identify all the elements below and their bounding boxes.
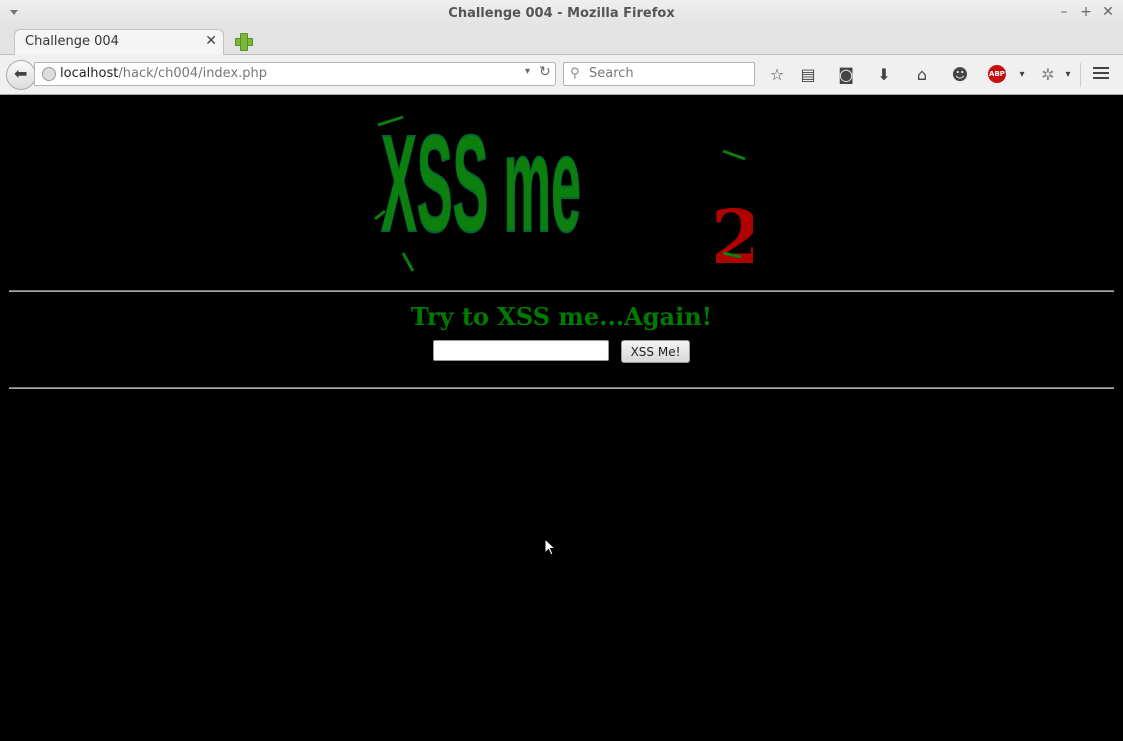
home-icon[interactable]: ⌂ bbox=[912, 65, 932, 85]
menu-icon[interactable] bbox=[1093, 67, 1109, 81]
top-divider bbox=[9, 290, 1114, 292]
xss-input[interactable] bbox=[433, 340, 609, 361]
minimize-button[interactable]: – bbox=[1056, 4, 1072, 20]
browser-window: Challenge 004 - Mozilla Firefox – + ✕ Ch… bbox=[0, 0, 1123, 741]
url-text[interactable]: localhost/hack/ch004/index.php bbox=[60, 66, 267, 81]
reading-list-icon[interactable]: ▤ bbox=[798, 65, 818, 85]
tab-challenge-004[interactable]: Challenge 004 ✕ bbox=[14, 29, 224, 55]
bottom-divider bbox=[9, 387, 1114, 389]
extension-icon[interactable]: ✲ bbox=[1038, 65, 1058, 85]
chat-icon[interactable]: ☻ bbox=[950, 65, 970, 85]
window-title: Challenge 004 - Mozilla Firefox bbox=[448, 6, 675, 21]
url-host: localhost bbox=[60, 66, 119, 81]
adblock-icon[interactable]: ABP bbox=[988, 65, 1006, 83]
search-input[interactable]: ⚲ Search bbox=[563, 62, 755, 86]
adblock-dropdown-icon[interactable]: ▾ bbox=[1012, 65, 1032, 85]
back-arrow-icon: ⬅ bbox=[14, 64, 28, 83]
navigation-toolbar: ⬅ localhost/hack/ch004/index.php ▾ ↻ ⚲ S… bbox=[0, 55, 1123, 95]
bookmark-star-icon[interactable]: ☆ bbox=[767, 65, 787, 85]
new-tab-button[interactable] bbox=[232, 31, 254, 51]
logo-xss-text: XSS me bbox=[380, 106, 582, 262]
logo-subscript: 2 bbox=[711, 195, 753, 273]
tab-label: Challenge 004 bbox=[25, 34, 119, 49]
tab-strip: Challenge 004 ✕ bbox=[0, 27, 1123, 55]
mouse-cursor-icon bbox=[544, 538, 556, 556]
search-placeholder: Search bbox=[589, 66, 634, 81]
xss-me-logo: XSS me 2 bbox=[374, 106, 753, 273]
reload-icon[interactable]: ↻ bbox=[539, 64, 551, 80]
url-bar[interactable]: localhost/hack/ch004/index.php ▾ ↻ bbox=[34, 62, 556, 86]
download-icon[interactable]: ⬇ bbox=[874, 65, 894, 85]
search-icon: ⚲ bbox=[570, 66, 580, 81]
close-window-button[interactable]: ✕ bbox=[1100, 4, 1116, 20]
tab-close-icon[interactable]: ✕ bbox=[205, 33, 217, 49]
xss-me-button[interactable]: XSS Me! bbox=[621, 340, 690, 363]
page-heading: Try to XSS me...Again! bbox=[410, 302, 713, 331]
pocket-icon[interactable]: ◙ bbox=[836, 65, 856, 85]
toolbar-separator bbox=[1080, 63, 1081, 87]
page-content: XSS me 2 Try to XSS me...Again! XSS Me! bbox=[1, 95, 1122, 741]
url-path: /hack/ch004/index.php bbox=[118, 66, 268, 81]
maximize-button[interactable]: + bbox=[1078, 4, 1094, 20]
site-identity-icon[interactable] bbox=[42, 67, 56, 81]
back-button[interactable]: ⬅ bbox=[6, 60, 36, 90]
title-bar: Challenge 004 - Mozilla Firefox – + ✕ bbox=[0, 0, 1123, 27]
extension-dropdown-icon[interactable]: ▾ bbox=[1058, 65, 1078, 85]
url-history-dropdown-icon[interactable]: ▾ bbox=[525, 66, 530, 77]
logo-xss-word: XSS me bbox=[381, 107, 581, 261]
